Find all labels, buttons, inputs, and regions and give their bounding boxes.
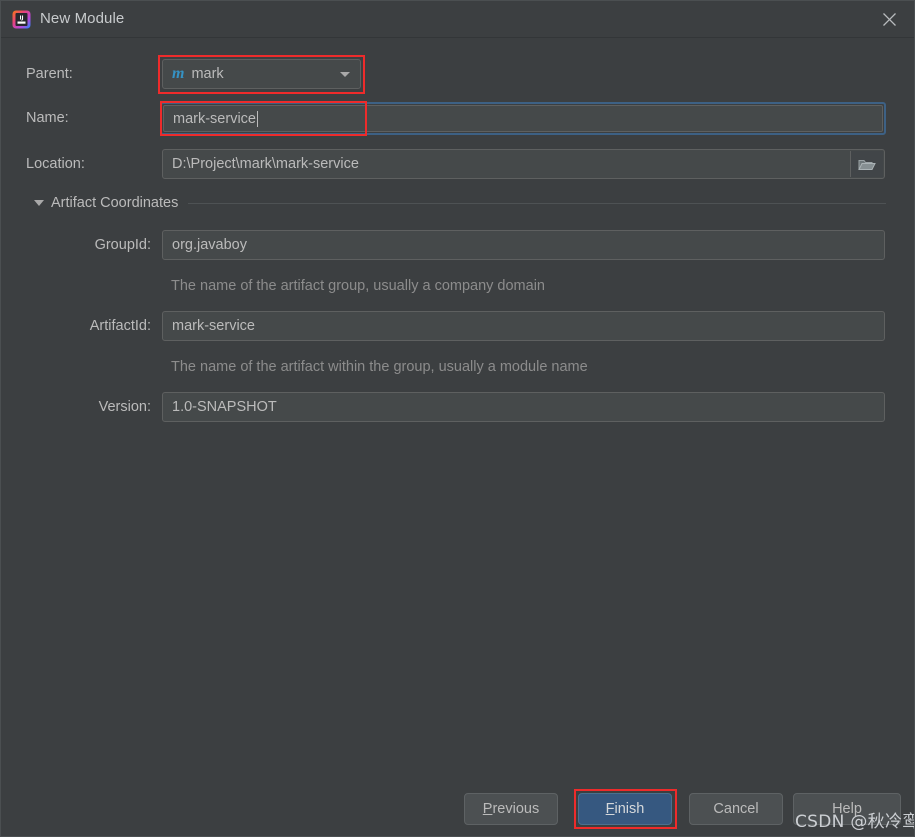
parent-value: mark — [191, 66, 224, 82]
version-input-value: 1.0-SNAPSHOT — [172, 399, 277, 415]
parent-label: Parent: — [26, 66, 73, 82]
cancel-button[interactable]: Cancel — [689, 793, 783, 825]
artifactid-input-value: mark-service — [172, 318, 255, 334]
groupid-input[interactable]: org.javaboy — [162, 230, 885, 260]
new-module-dialog: IJ New Module Parent: m mark Name: mark-… — [0, 0, 915, 837]
artifactid-label: ArtifactId: — [89, 318, 151, 334]
location-input-value: D:\Project\mark\mark-service — [172, 156, 359, 172]
location-label: Location: — [26, 156, 85, 172]
name-input[interactable]: mark-service — [163, 105, 883, 132]
window-title: New Module — [40, 10, 125, 27]
folder-icon[interactable] — [850, 151, 883, 177]
finish-button-mnemonic: F — [605, 801, 615, 817]
section-divider — [188, 202, 886, 204]
artifact-coordinates-label: Artifact Coordinates — [51, 195, 179, 211]
artifactid-hint: The name of the artifact within the grou… — [171, 359, 588, 375]
previous-button-mnemonic: P — [482, 801, 493, 817]
version-input[interactable]: 1.0-SNAPSHOT — [162, 392, 885, 422]
name-label: Name: — [26, 110, 69, 126]
title-bar: IJ New Module — [1, 1, 914, 38]
maven-module-icon: m — [172, 65, 185, 82]
groupid-hint: The name of the artifact group, usually … — [171, 278, 545, 294]
name-input-value: mark-service — [173, 110, 256, 127]
intellij-idea-icon: IJ — [12, 10, 31, 29]
location-input[interactable]: D:\Project\mark\mark-service — [162, 149, 885, 179]
artifactid-input[interactable]: mark-service — [162, 311, 885, 341]
chevron-down-icon[interactable] — [340, 72, 350, 77]
finish-button[interactable]: Finish — [578, 793, 672, 825]
finish-button-label: inish — [614, 801, 645, 817]
parent-combo-box[interactable]: m mark — [162, 59, 361, 89]
watermark: CSDN @秋冷鸾 — [795, 812, 915, 832]
text-caret — [256, 110, 258, 127]
svg-text:IJ: IJ — [19, 16, 23, 22]
artifact-coordinates-section-header[interactable]: Artifact Coordinates — [34, 194, 886, 212]
cancel-button-label: Cancel — [713, 801, 759, 817]
version-label: Version: — [98, 399, 151, 415]
name-input-focus-ring: mark-service — [160, 102, 886, 135]
previous-button[interactable]: Previous — [464, 793, 558, 825]
close-icon[interactable] — [862, 1, 914, 37]
triangle-down-icon[interactable] — [34, 200, 44, 206]
groupid-label: GroupId: — [94, 237, 151, 253]
previous-button-label: revious — [492, 801, 540, 817]
groupid-input-value: org.javaboy — [172, 237, 247, 253]
